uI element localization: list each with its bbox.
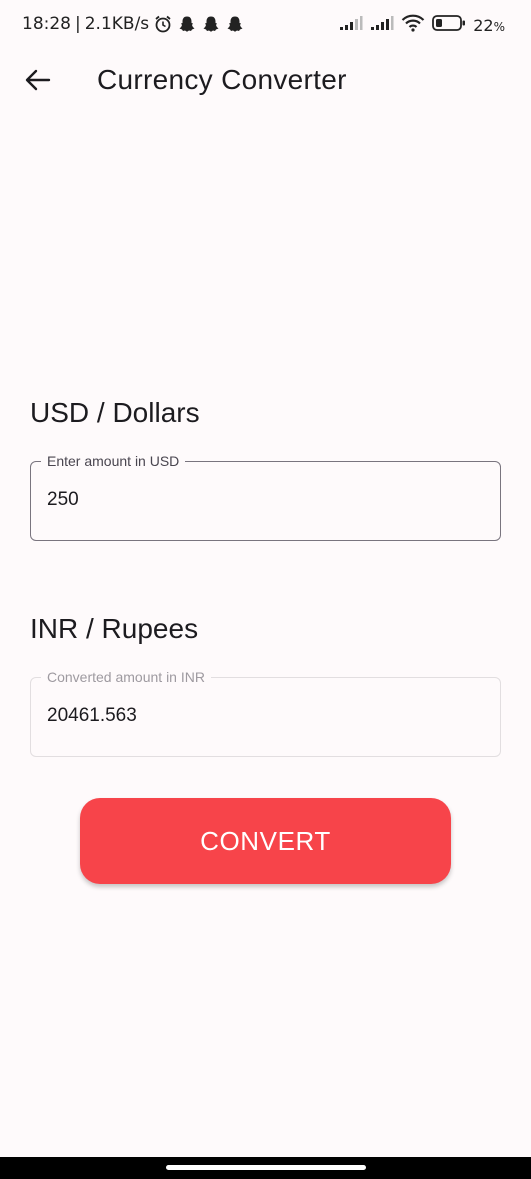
home-indicator[interactable] xyxy=(166,1165,366,1170)
status-left: 18:28 | 2.1KB/s xyxy=(22,14,245,34)
app-bar: Currency Converter xyxy=(0,52,531,112)
snapchat-ghost-icon xyxy=(225,14,245,34)
convert-button[interactable]: CONVERT xyxy=(80,798,451,884)
battery-icon xyxy=(432,14,466,36)
status-bar: 18:28 | 2.1KB/s 22% xyxy=(0,0,531,52)
inr-heading: INR / Rupees xyxy=(30,613,199,644)
snapchat-ghost-icon xyxy=(177,14,197,34)
navigation-bar xyxy=(0,1157,531,1179)
arrow-left-icon xyxy=(25,69,51,96)
network-speed: 2.1KB/s xyxy=(84,14,150,34)
status-right: 22% xyxy=(339,14,505,36)
battery-percent: 22% xyxy=(473,15,505,35)
page-title: Currency Converter xyxy=(97,64,347,95)
cellular-signal-icon xyxy=(370,15,394,35)
status-time: 18:28 xyxy=(22,14,71,34)
status-separator: | xyxy=(75,14,81,34)
back-button[interactable] xyxy=(16,60,60,104)
usd-amount-field[interactable]: Enter amount in USD xyxy=(30,452,501,541)
inr-field-label: Converted amount in INR xyxy=(41,668,211,686)
inr-amount-value: 20461.563 xyxy=(47,705,137,726)
wifi-icon xyxy=(401,14,425,36)
usd-field-label: Enter amount in USD xyxy=(41,452,186,470)
alarm-icon xyxy=(153,14,173,34)
usd-amount-input[interactable] xyxy=(47,489,467,511)
cellular-signal-icon xyxy=(339,15,363,35)
inr-amount-field: Converted amount in INR 20461.563 xyxy=(30,668,501,757)
usd-heading: USD / Dollars xyxy=(30,397,200,428)
snapchat-ghost-icon xyxy=(201,14,221,34)
